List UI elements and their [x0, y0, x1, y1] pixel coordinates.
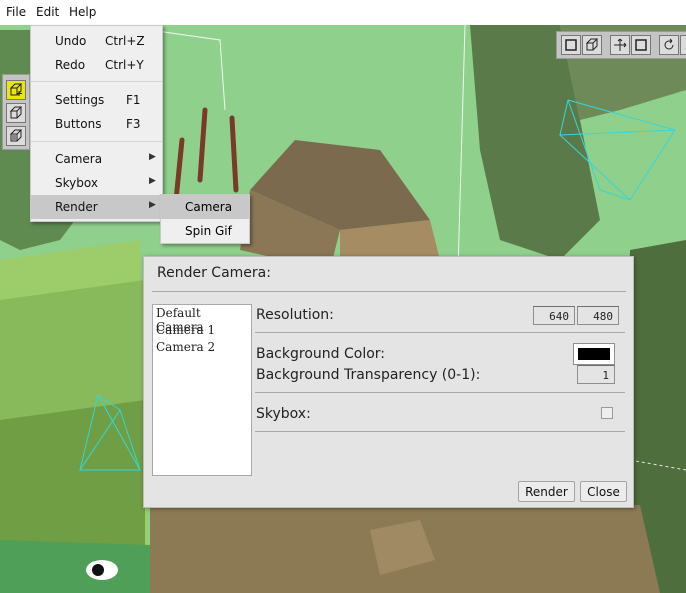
- menu-item-label: Render: [55, 200, 98, 214]
- menu-shortcut: Ctrl+Y: [105, 58, 144, 72]
- camera-list-item[interactable]: Camera 1: [156, 323, 215, 337]
- box-select-icon[interactable]: [561, 35, 581, 55]
- menu-item-redo[interactable]: Redo Ctrl+Y: [31, 53, 162, 77]
- background-color-swatch[interactable]: [573, 343, 615, 365]
- cube-icon[interactable]: [6, 103, 26, 123]
- resolution-label: Resolution:: [256, 307, 334, 323]
- camera-list[interactable]: Default Camera Camera 1 Camera 2: [152, 304, 252, 476]
- menu-item-camera[interactable]: Camera ▶: [31, 147, 162, 171]
- menu-item-render[interactable]: Render ▶: [31, 195, 162, 219]
- submenu-item-camera[interactable]: Camera: [161, 195, 249, 219]
- divider: [255, 332, 625, 333]
- menu-shortcut: F1: [126, 93, 141, 107]
- menu-separator: [31, 81, 162, 82]
- menu-shortcut: Ctrl+Z: [105, 34, 145, 48]
- divider: [255, 392, 625, 393]
- divider: [255, 431, 625, 432]
- menu-item-label: Skybox: [55, 176, 98, 190]
- top-right-toolbar: [556, 31, 686, 59]
- menu-file[interactable]: File: [6, 5, 26, 19]
- edit-menu-dropdown: Undo Ctrl+Z Redo Ctrl+Y Settings F1 Butt…: [30, 25, 163, 222]
- render-button[interactable]: Render: [518, 481, 575, 502]
- submenu-item-spin-gif[interactable]: Spin Gif: [161, 219, 249, 243]
- menu-item-skybox[interactable]: Skybox ▶: [31, 171, 162, 195]
- background-transparency-label: Background Transparency (0-1):: [256, 367, 481, 383]
- menu-edit[interactable]: Edit: [36, 5, 59, 19]
- left-toolbar: [2, 74, 30, 150]
- more-icon[interactable]: [680, 35, 686, 55]
- rotate-icon[interactable]: [659, 35, 679, 55]
- menu-item-undo[interactable]: Undo Ctrl+Z: [31, 29, 162, 53]
- resolution-height-input[interactable]: 480: [577, 306, 619, 325]
- submenu-item-label: Camera: [185, 200, 233, 214]
- close-button[interactable]: Close: [580, 481, 627, 502]
- menu-item-label: Redo: [55, 58, 86, 72]
- cube-outline-icon[interactable]: [6, 126, 26, 146]
- menu-item-settings[interactable]: Settings F1: [31, 88, 162, 112]
- menu-bar: File Edit Help: [0, 0, 686, 25]
- menu-item-label: Buttons: [55, 117, 102, 131]
- menu-item-label: Camera: [55, 152, 103, 166]
- color-swatch-fill: [578, 348, 610, 360]
- camera-list-item[interactable]: Camera 2: [156, 340, 215, 354]
- skybox-checkbox[interactable]: [601, 407, 613, 419]
- cube-icon[interactable]: [582, 35, 602, 55]
- resolution-width-input[interactable]: 640: [533, 306, 575, 325]
- add-cube-icon[interactable]: [6, 80, 26, 100]
- menu-help[interactable]: Help: [69, 5, 96, 19]
- menu-separator: [31, 141, 162, 142]
- background-color-label: Background Color:: [256, 346, 385, 362]
- submenu-item-label: Spin Gif: [185, 224, 232, 238]
- box-icon[interactable]: [631, 35, 651, 55]
- menu-item-buttons[interactable]: Buttons F3: [31, 112, 162, 136]
- submenu-arrow-icon: ▶: [149, 176, 156, 186]
- menu-shortcut: F3: [126, 117, 141, 131]
- background-transparency-input[interactable]: 1: [577, 365, 615, 384]
- render-camera-dialog: Render Camera: Default Camera Camera 1 C…: [143, 256, 634, 508]
- divider: [152, 291, 626, 292]
- menu-item-label: Undo: [55, 34, 87, 48]
- submenu-arrow-icon: ▶: [149, 200, 156, 210]
- dialog-title: Render Camera:: [157, 265, 271, 281]
- submenu-arrow-icon: ▶: [149, 152, 156, 162]
- menu-item-label: Settings: [55, 93, 105, 107]
- move-axis-icon[interactable]: [610, 35, 630, 55]
- skybox-label: Skybox:: [256, 406, 311, 422]
- render-submenu: Camera Spin Gif: [160, 194, 250, 244]
